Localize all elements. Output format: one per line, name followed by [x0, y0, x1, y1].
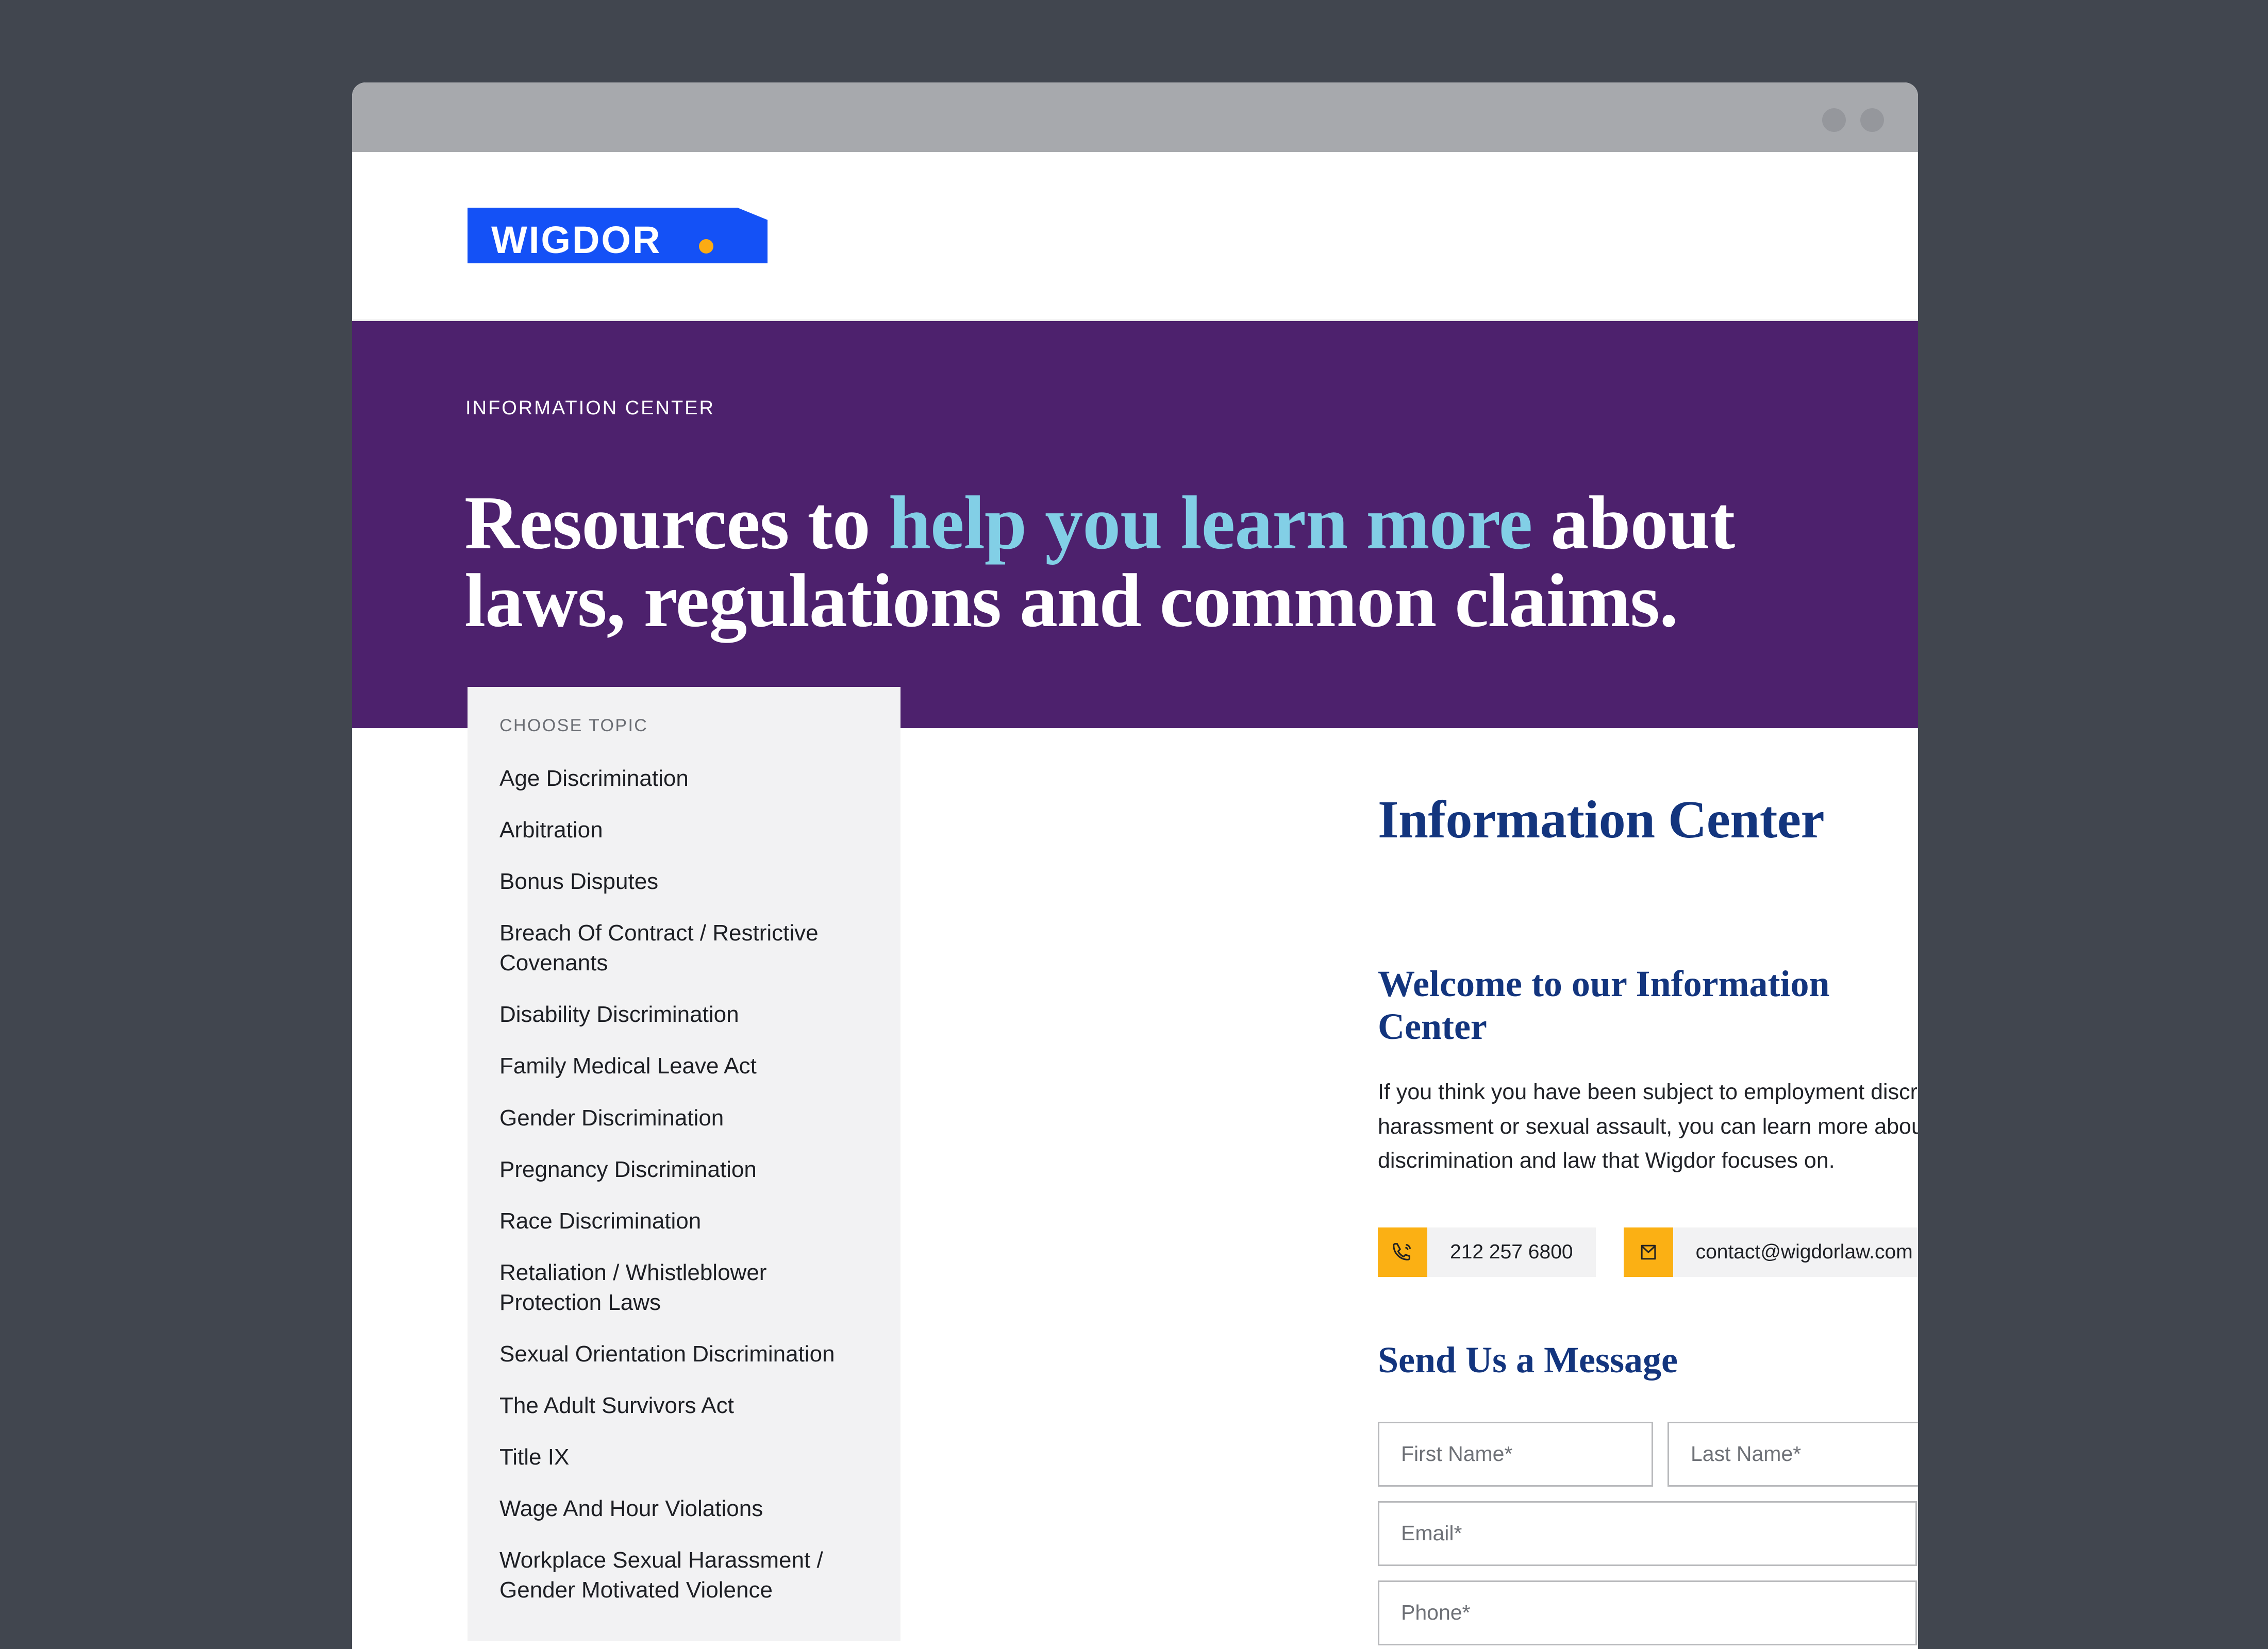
hero-heading: Resources to help you learn more about l…: [464, 484, 1825, 640]
name-row: First Name* Last Name*: [1378, 1421, 1918, 1487]
hero-heading-accent: help you learn more: [888, 481, 1533, 566]
sidebar-item-sexual-orientation-discrimination[interactable]: Sexual Orientation Discrimination: [499, 1339, 869, 1369]
sidebar-item-bonus-disputes[interactable]: Bonus Disputes: [499, 867, 869, 897]
orange-dot-icon: [699, 239, 713, 254]
contact-form-heading: Send Us a Message: [1378, 1339, 1678, 1381]
email-chip[interactable]: contact@wigdorlaw.com: [1623, 1227, 1918, 1277]
sidebar-item-workplace-sexual-harassment[interactable]: Workplace Sexual Harassment / Gender Mot…: [499, 1545, 869, 1605]
hero-eyebrow: INFORMATION CENTER: [465, 397, 715, 419]
sidebar-item-wage-and-hour-violations[interactable]: Wage And Hour Violations: [499, 1494, 869, 1524]
sidebar-item-race-discrimination[interactable]: Race Discrimination: [499, 1206, 869, 1236]
sidebar-item-title-ix[interactable]: Title IX: [499, 1442, 869, 1472]
page-title: Information Center: [1378, 790, 1825, 849]
sidebar-item-family-medical-leave-act[interactable]: Family Medical Leave Act: [499, 1051, 869, 1081]
contact-form: First Name* Last Name* Email* Phone* Mes…: [1378, 1421, 1918, 1649]
sidebar-item-disability-discrimination[interactable]: Disability Discrimination: [499, 1000, 869, 1030]
phone-number: 212 257 6800: [1427, 1227, 1596, 1277]
first-name-input[interactable]: First Name*: [1378, 1421, 1653, 1487]
sidebar-item-arbitration[interactable]: Arbitration: [499, 815, 869, 845]
window-dot-icon[interactable]: [1822, 108, 1846, 132]
phone-input[interactable]: Phone*: [1378, 1580, 1917, 1645]
phone-row: Phone*: [1378, 1580, 1918, 1645]
sidebar-item-retaliation-whistleblower[interactable]: Retaliation / Whistleblower Protection L…: [499, 1258, 869, 1318]
sidebar-item-breach-of-contract[interactable]: Breach Of Contract / Restrictive Covenan…: [499, 918, 869, 978]
phone-chip[interactable]: 212 257 6800: [1378, 1227, 1596, 1277]
sidebar-item-gender-discrimination[interactable]: Gender Discrimination: [499, 1103, 869, 1133]
welcome-body-text: If you think you have been subject to em…: [1378, 1080, 1918, 1173]
site-header: WIGDOR INFORMATION CENTER CAREERS CONTAC…: [352, 152, 1918, 409]
page-viewport: WIGDOR INFORMATION CENTER CAREERS CONTAC…: [352, 152, 1918, 1649]
browser-window: WIGDOR INFORMATION CENTER CAREERS CONTAC…: [352, 82, 1918, 1649]
envelope-icon: [1623, 1227, 1673, 1277]
welcome-heading: Welcome to our Information Center: [1378, 963, 1830, 1047]
window-dot-icon[interactable]: [1860, 108, 1884, 132]
content-area: CHOOSE TOPIC Age Discrimination Arbitrat…: [352, 687, 1918, 1649]
main-column: Information Center Welcome to our Inform…: [1378, 789, 1918, 1649]
sidebar-item-the-adult-survivors-act[interactable]: The Adult Survivors Act: [499, 1391, 869, 1421]
site-logo[interactable]: WIGDOR: [468, 208, 768, 263]
last-name-input[interactable]: Last Name*: [1667, 1421, 1918, 1487]
email-address: contact@wigdorlaw.com: [1673, 1227, 1918, 1277]
browser-title-bar: [352, 82, 1918, 152]
sidebar-title: CHOOSE TOPIC: [499, 716, 648, 735]
email-input[interactable]: Email*: [1378, 1501, 1917, 1566]
sidebar-item-age-discrimination[interactable]: Age Discrimination: [499, 764, 869, 794]
topic-sidebar: CHOOSE TOPIC Age Discrimination Arbitrat…: [468, 687, 900, 1642]
email-row: Email*: [1378, 1501, 1918, 1566]
logo-wordmark: WIGDOR: [491, 218, 662, 261]
phone-icon: [1378, 1227, 1427, 1277]
sidebar-item-pregnancy-discrimination[interactable]: Pregnancy Discrimination: [499, 1155, 869, 1185]
hero-banner: INFORMATION CENTER Resources to help you…: [352, 321, 1918, 728]
hero-heading-part1: Resources to: [464, 481, 889, 566]
contact-chips: 212 257 6800 contact@wigdorlaw.com: [1378, 1227, 1918, 1277]
